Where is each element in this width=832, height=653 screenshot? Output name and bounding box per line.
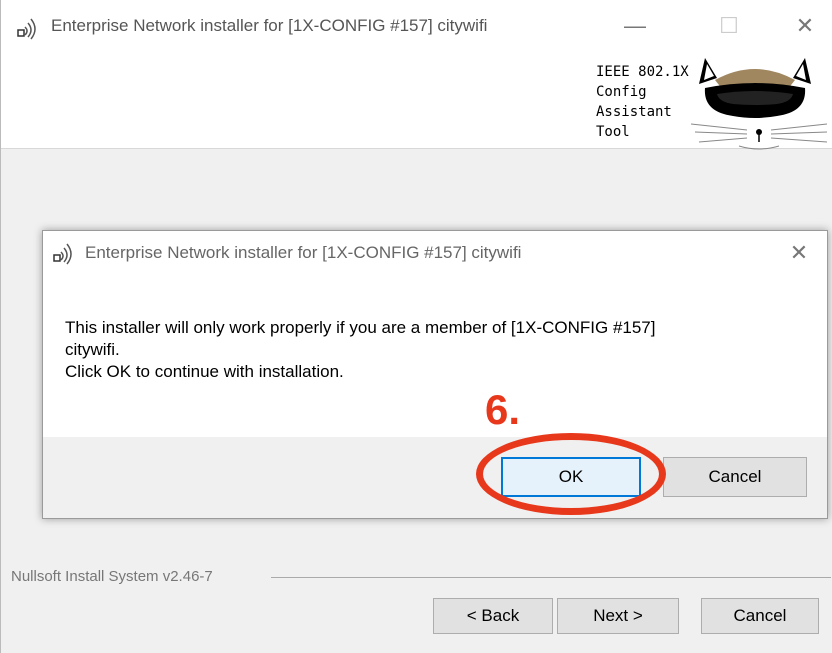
minimize-button[interactable]: — [613,8,657,44]
wifi-signal-icon [17,18,36,40]
cat-logo-icon [690,58,828,150]
nsis-version-label: Nullsoft Install System v2.46-7 [11,568,219,585]
branding-text: IEEE 802.1X Config Assistant Tool [596,62,689,142]
window-title: Enterprise Network installer for [1X-CON… [51,16,488,35]
branding-line: Assistant [596,104,672,120]
step-annotation-label: 6. [485,386,521,433]
branding-line: IEEE 802.1X [596,64,689,80]
message-line: This installer will only work properly i… [65,318,656,337]
dialog-title: Enterprise Network installer for [1X-CON… [85,243,522,262]
footer-divider [271,577,831,578]
dialog-close-button[interactable]: ✕ [783,237,815,269]
maximize-button[interactable]: ☐ [707,8,751,44]
next-button[interactable]: Next > [557,598,679,634]
dialog-message: This installer will only work properly i… [65,317,785,383]
close-button[interactable]: ✕ [783,8,827,44]
installer-header: Enterprise Network installer for [1X-CON… [1,0,832,150]
back-button[interactable]: < Back [433,598,553,634]
dialog-cancel-button[interactable]: Cancel [663,457,807,497]
branding-line: Tool [596,124,630,140]
message-line: citywifi. [65,340,120,359]
wifi-signal-icon [53,243,72,265]
installer-cancel-button[interactable]: Cancel [701,598,819,634]
ok-button[interactable]: OK [501,457,641,497]
message-line: Click OK to continue with installation. [65,362,344,381]
message-dialog: Enterprise Network installer for [1X-CON… [42,230,828,519]
branding-line: Config [596,84,647,100]
